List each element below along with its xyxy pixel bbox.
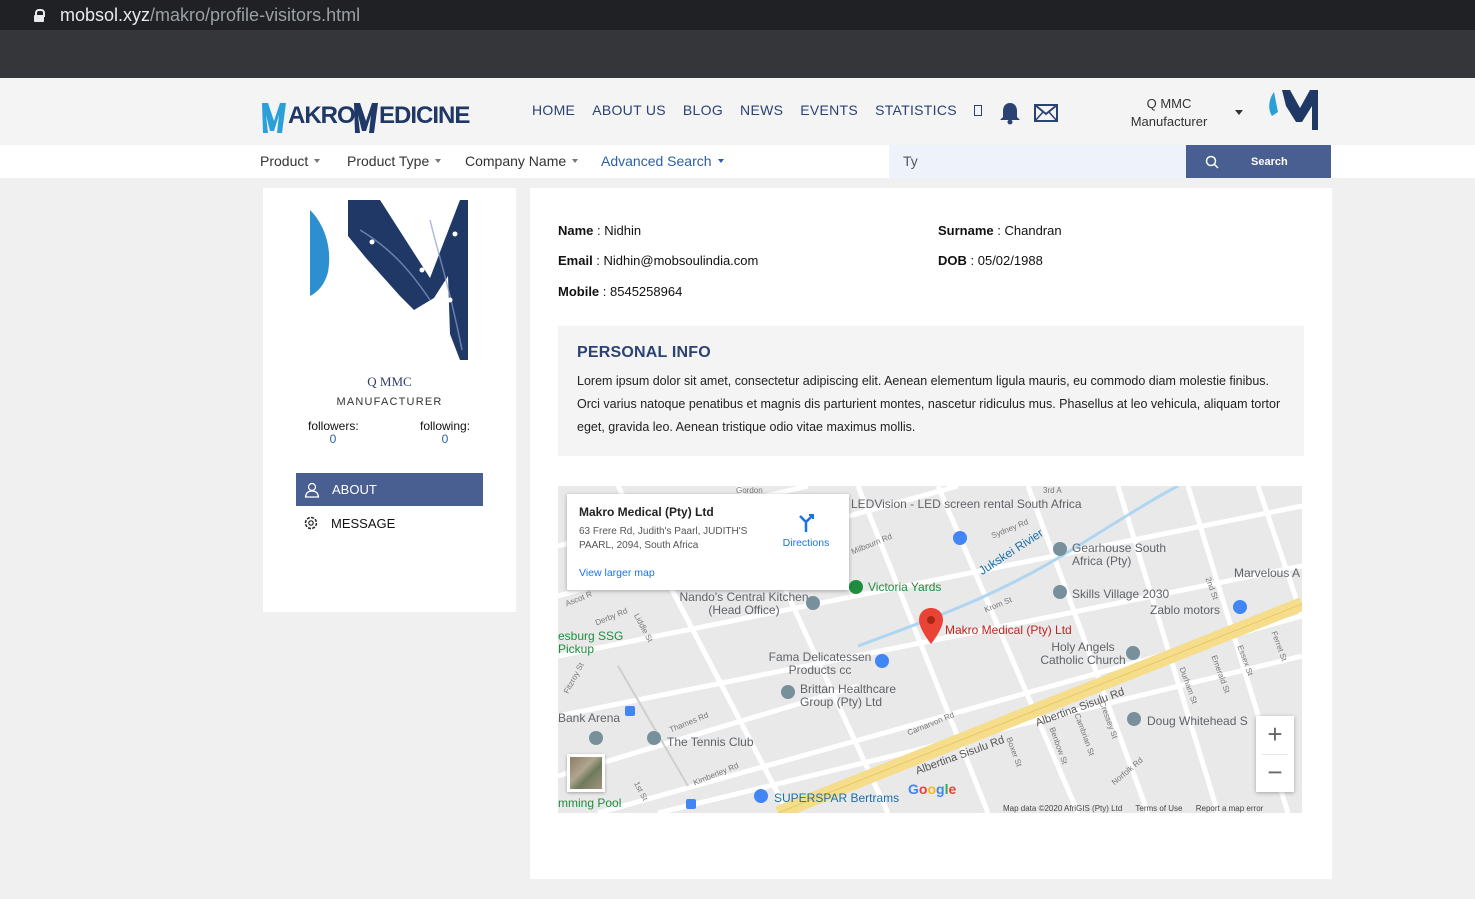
followers-stat[interactable]: followers: 0 [308, 419, 359, 446]
lock-icon [34, 9, 45, 22]
personal-info-title: PERSONAL INFO [577, 344, 711, 361]
mobile-field: Mobile : 8545258964 [558, 284, 683, 299]
user-avatar[interactable] [1266, 86, 1320, 132]
product-type-dropdown[interactable]: Product Type [347, 153, 442, 169]
directions-button[interactable]: Directions [781, 514, 831, 549]
location-marker-icon [919, 608, 943, 644]
menu-about[interactable]: ABOUT [296, 473, 483, 506]
followers-count: 0 [329, 432, 337, 446]
profile-name: Q MMC [367, 374, 412, 389]
caret-down-icon [314, 159, 321, 163]
map-info-window: Makro Medical (Pty) Ltd 63 Frere Rd, Jud… [567, 494, 849, 590]
terms-of-use-link[interactable]: Terms of Use [1135, 804, 1182, 813]
svg-text:EDICINE: EDICINE [379, 102, 470, 129]
place-address: 63 Frere Rd, Judith's Paarl, JUDITH'S PA… [579, 526, 748, 551]
zoom-in-button[interactable]: + [1256, 716, 1294, 754]
bell-icon[interactable] [999, 101, 1021, 125]
user-role: Manufacturer [1130, 114, 1208, 129]
followers-label: followers: [308, 419, 359, 433]
nav-blog[interactable]: BLOG [683, 102, 723, 118]
address-bar[interactable]: mobsol.xyz/makro/profile-visitors.html [18, 0, 1475, 30]
email-field: Email : Nidhin@mobsoulindia.com [558, 253, 759, 268]
satellite-toggle[interactable] [567, 754, 605, 792]
profile-details-card: Name : Nidhin Surname : Chandran Email :… [530, 188, 1332, 879]
following-label: following: [420, 419, 471, 433]
user-icon [304, 482, 320, 498]
map-attribution: Map data ©2020 AfriGIS (Pty) Ltd Terms o… [1003, 804, 1274, 813]
user-dropdown-caret-icon[interactable] [1235, 110, 1243, 115]
main-nav: HOME ABOUT US BLOG NEWS EVENTS STATISTIC… [532, 102, 999, 118]
map-marker-label[interactable]: Makro Medical (Pty) Ltd [945, 623, 1072, 637]
following-count: 0 [441, 432, 449, 446]
view-larger-map-link[interactable]: View larger map [579, 567, 655, 579]
product-dropdown[interactable]: Product [260, 153, 321, 169]
report-map-error-link[interactable]: Report a map error [1196, 804, 1264, 813]
user-name: Q MMC [1146, 96, 1192, 111]
personal-info-box: PERSONAL INFO Lorem ipsum dolor sit amet… [558, 326, 1304, 456]
search-icon [1205, 155, 1219, 169]
dob-field: DOB : 05/02/1988 [938, 253, 1043, 268]
advanced-search-dropdown[interactable]: Advanced Search [601, 153, 724, 169]
nav-home[interactable]: HOME [532, 102, 575, 118]
company-name-dropdown[interactable]: Company Name [465, 153, 579, 169]
caret-down-icon [572, 159, 579, 163]
caret-down-icon [435, 159, 442, 163]
search-input[interactable]: Ty [889, 145, 1186, 178]
nav-events[interactable]: EVENTS [800, 102, 858, 118]
following-stat[interactable]: following: 0 [420, 419, 470, 445]
gear-icon [304, 516, 318, 530]
directions-icon [799, 514, 814, 532]
search-button[interactable]: Search [1186, 145, 1331, 178]
mail-icon[interactable] [1034, 104, 1058, 122]
user-menu[interactable]: Q MMC Manufacturer [1118, 95, 1220, 131]
zoom-controls: + − [1256, 716, 1294, 792]
google-map[interactable]: LEDVision - LED screen rental South Afri… [558, 486, 1302, 813]
profile-card: Q MMC MANUFACTURER followers: 0 followin… [263, 188, 516, 612]
nav-about-us[interactable]: ABOUT US [592, 102, 666, 118]
caret-down-icon [717, 159, 724, 163]
nav-statistics[interactable]: STATISTICS [875, 102, 957, 118]
makro-medicine-logo[interactable]: AKRO EDICINE [262, 97, 476, 137]
url-text[interactable]: mobsol.xyz/makro/profile-visitors.html [60, 5, 360, 26]
browser-chrome: mobsol.xyz/makro/profile-visitors.html [0, 0, 1475, 78]
personal-info-text: Lorem ipsum dolor sit amet, consectetur … [577, 374, 1281, 434]
menu-message[interactable]: MESSAGE [296, 513, 483, 533]
map-data-text: Map data ©2020 AfriGIS (Pty) Ltd [1003, 804, 1123, 813]
browser-toolbar [0, 30, 1475, 78]
google-logo: Google [908, 781, 957, 797]
svg-text:AKRO: AKRO [288, 102, 355, 129]
surname-field: Surname : Chandran [938, 223, 1062, 238]
place-title: Makro Medical (Pty) Ltd [579, 505, 714, 519]
profile-role: MANUFACTURER [336, 396, 443, 408]
name-field: Name : Nidhin [558, 223, 642, 238]
nav-news[interactable]: NEWS [740, 102, 783, 118]
missing-glyph-icon[interactable] [973, 105, 982, 116]
profile-avatar [310, 200, 468, 360]
zoom-out-button[interactable]: − [1256, 754, 1294, 792]
